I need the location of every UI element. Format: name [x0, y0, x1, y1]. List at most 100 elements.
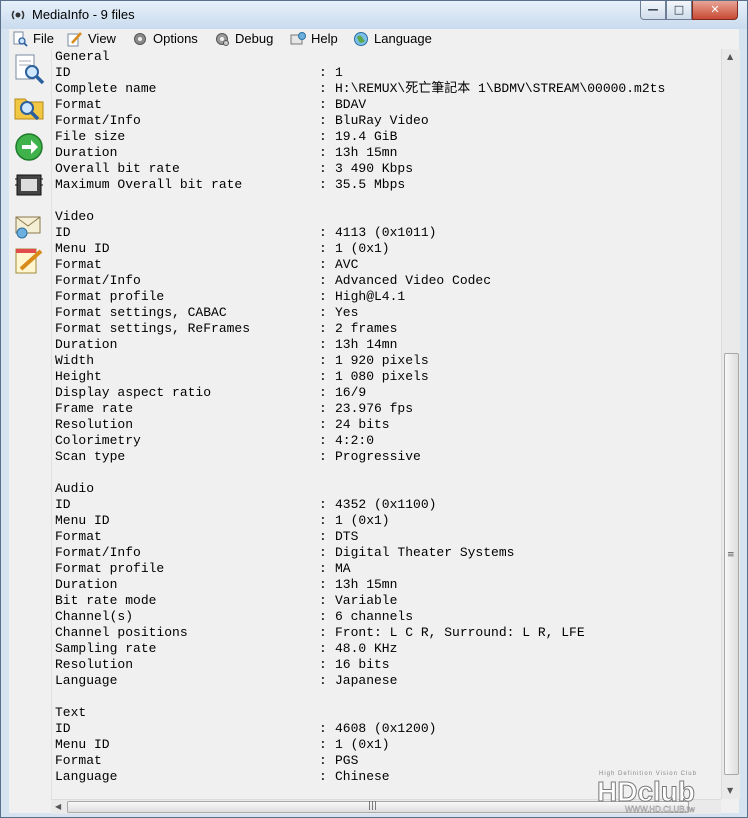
- field-separator: :: [319, 369, 327, 384]
- field-value: 1 080 pixels: [335, 369, 429, 384]
- field-separator: :: [319, 97, 327, 112]
- field-key: ID: [55, 497, 71, 512]
- magnifier-page-icon[interactable]: [13, 53, 45, 85]
- field-value: High@L4.1: [335, 289, 406, 304]
- maximize-icon: □: [673, 3, 685, 16]
- field-value: H:\REMUX\死亡筆記本 1\BDMV\STREAM\00000.m2ts: [335, 81, 666, 96]
- menu-file[interactable]: File: [12, 30, 54, 48]
- window-title: MediaInfo - 9 files: [32, 7, 135, 22]
- field-key: Duration: [55, 577, 118, 592]
- menu-language-label: Language: [374, 31, 432, 46]
- field-key: Resolution: [55, 657, 134, 672]
- field-separator: :: [319, 225, 327, 240]
- field-key: Height: [55, 369, 102, 384]
- field-separator: :: [319, 769, 327, 784]
- field-key: Scan type: [55, 449, 126, 464]
- menu-help[interactable]: Help: [290, 30, 338, 48]
- field-value: 1: [335, 65, 343, 80]
- vertical-scroll-thumb[interactable]: ≡: [724, 353, 739, 775]
- maximize-button[interactable]: □: [666, 1, 692, 20]
- field-separator: :: [319, 353, 327, 368]
- field-key: Format profile: [55, 289, 165, 304]
- field-key: Format settings, CABAC: [55, 305, 227, 320]
- field-value: 1 (0x1): [335, 241, 390, 256]
- field-value: Digital Theater Systems: [335, 545, 515, 560]
- magnifier-page-icon: [13, 31, 28, 47]
- mediainfo-window: MediaInfo - 9 files — □ ✕ File View Opti…: [0, 0, 748, 818]
- field-separator: :: [319, 321, 327, 336]
- field-value: PGS: [335, 753, 359, 768]
- notepad-icon[interactable]: [13, 245, 45, 277]
- field-key: Width: [55, 353, 95, 368]
- envelope-icon[interactable]: [13, 209, 45, 241]
- chip-icon[interactable]: [13, 169, 45, 201]
- title-bar[interactable]: MediaInfo - 9 files — □ ✕: [1, 1, 747, 29]
- folder-magnifier-icon[interactable]: [13, 91, 45, 123]
- grip-icon: ≡: [727, 550, 735, 560]
- field-value: 19.4 GiB: [335, 129, 398, 144]
- field-value: AVC: [335, 257, 359, 272]
- field-key: Format settings, ReFrames: [55, 321, 251, 336]
- vertical-scrollbar[interactable]: ▲ ≡ ▼: [721, 49, 740, 799]
- field-value: Variable: [335, 593, 398, 608]
- field-separator: :: [319, 561, 327, 576]
- menu-view-label: View: [88, 31, 116, 46]
- scroll-up-arrow-icon[interactable]: ▲: [727, 52, 733, 61]
- hdclub-watermark-logo: High Definition Vision Club HDclub WWW.H…: [597, 771, 696, 814]
- field-key: Duration: [55, 337, 118, 352]
- field-value: BluRay Video: [335, 113, 429, 128]
- field-separator: :: [319, 657, 327, 672]
- menu-options[interactable]: Options: [132, 30, 198, 48]
- field-separator: :: [319, 737, 327, 752]
- field-key: Menu ID: [55, 737, 110, 752]
- field-separator: :: [319, 113, 327, 128]
- field-separator: :: [319, 145, 327, 160]
- field-value: 24 bits: [335, 417, 390, 432]
- field-separator: :: [319, 65, 327, 80]
- field-key: ID: [55, 721, 71, 736]
- field-key: Complete name: [55, 81, 157, 96]
- field-separator: :: [319, 337, 327, 352]
- field-value: MA: [335, 561, 351, 576]
- help-globe-icon: [290, 32, 306, 45]
- field-value: 35.5 Mbps: [335, 177, 406, 192]
- field-separator: :: [319, 129, 327, 144]
- field-separator: :: [319, 609, 327, 624]
- close-button[interactable]: ✕: [692, 1, 738, 20]
- menu-view[interactable]: View: [67, 30, 116, 48]
- section-title: General: [55, 49, 110, 64]
- field-separator: :: [319, 289, 327, 304]
- field-value: 4:2:0: [335, 433, 375, 448]
- report-view[interactable]: General ID:1 Complete name: H:\REMUX\死亡筆記本 …: [51, 49, 722, 799]
- field-key: Channel positions: [55, 625, 188, 640]
- field-value: DTS: [335, 529, 359, 544]
- field-separator: :: [319, 641, 327, 656]
- field-key: Maximum Overall bit rate: [55, 177, 243, 192]
- field-separator: :: [319, 81, 327, 96]
- field-key: Overall bit rate: [55, 161, 180, 176]
- green-arrow-icon[interactable]: [13, 131, 45, 163]
- field-separator: :: [319, 513, 327, 528]
- side-toolbar: [9, 49, 51, 813]
- menu-debug[interactable]: Debug: [214, 30, 273, 48]
- field-separator: :: [319, 257, 327, 272]
- field-key: Format: [55, 257, 102, 272]
- field-value: 2 frames: [335, 321, 398, 336]
- scroll-left-arrow-icon[interactable]: ◀: [55, 802, 61, 811]
- field-value: 1 (0x1): [335, 513, 390, 528]
- field-key: Menu ID: [55, 513, 110, 528]
- field-key: Format profile: [55, 561, 165, 576]
- mediainfo-app-icon: [11, 10, 25, 20]
- field-key: Format/Info: [55, 113, 141, 128]
- section-title: Text: [55, 705, 87, 720]
- field-separator: :: [319, 241, 327, 256]
- minimize-button[interactable]: —: [640, 1, 666, 20]
- field-value: 1 920 pixels: [335, 353, 429, 368]
- menu-language[interactable]: Language: [353, 30, 432, 48]
- field-key: Format: [55, 753, 102, 768]
- field-key: Channel(s): [55, 609, 134, 624]
- field-value: 4352 (0x1100): [335, 497, 437, 512]
- menu-file-label: File: [33, 31, 54, 46]
- field-key: Sampling rate: [55, 641, 157, 656]
- field-value: Chinese: [335, 769, 390, 784]
